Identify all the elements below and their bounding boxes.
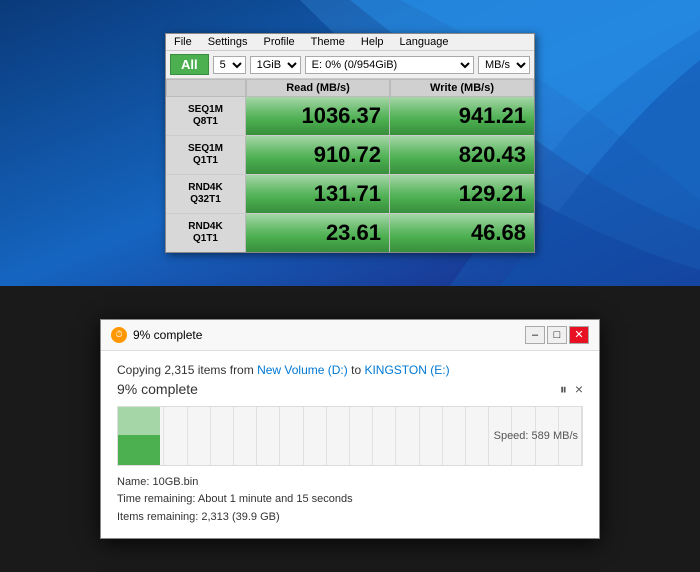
all-button[interactable]: All xyxy=(170,54,209,75)
menu-help[interactable]: Help xyxy=(357,35,388,49)
progress-background: Speed: 589 MB/s xyxy=(117,406,583,466)
file-name: Name: 10GB.bin xyxy=(117,474,583,492)
grid-line xyxy=(443,407,466,465)
write-value-seq1m-q8t1: 941.21 xyxy=(390,97,534,135)
copy-description: Copying 2,315 items from New Volume (D:)… xyxy=(117,363,583,377)
unit-select[interactable]: MB/s xyxy=(478,56,530,74)
write-value-rnd4k-q32t1: 129.21 xyxy=(390,175,534,213)
menu-language[interactable]: Language xyxy=(396,35,453,49)
table-header: Read (MB/s) Write (MB/s) xyxy=(166,79,534,97)
description-prefix: Copying 2,315 items from xyxy=(117,363,257,377)
desktop-background: File Settings Profile Theme Help Languag… xyxy=(0,0,700,286)
grid-line xyxy=(234,407,257,465)
grid-line xyxy=(257,407,280,465)
close-button[interactable]: ✕ xyxy=(569,326,589,344)
header-read: Read (MB/s) xyxy=(246,79,390,97)
read-value-rnd4k-q32t1: 131.71 xyxy=(246,175,390,213)
size-select[interactable]: 1GiB xyxy=(250,56,301,74)
dialog-titlebar: ⏱ 9% complete – □ ✕ xyxy=(101,320,599,351)
table-row: RND4KQ32T1 131.71 129.21 xyxy=(166,175,534,214)
copy-dialog-background: ⏱ 9% complete – □ ✕ Copying 2,315 items … xyxy=(0,286,700,572)
table-row: RND4KQ1T1 23.61 46.68 xyxy=(166,214,534,252)
read-value-seq1m-q8t1: 1036.37 xyxy=(246,97,390,135)
progress-icon: ⏱ xyxy=(111,327,127,343)
grid-line xyxy=(164,407,187,465)
percent-text: 9% complete xyxy=(117,381,198,397)
toolbar: All 5 1GiB E: 0% (0/954GiB) MB/s xyxy=(166,51,534,79)
menu-settings[interactable]: Settings xyxy=(204,35,252,49)
drive-select[interactable]: E: 0% (0/954GiB) xyxy=(305,56,474,74)
minimize-button[interactable]: – xyxy=(525,326,545,344)
row-label-rnd4k-q1t1: RND4KQ1T1 xyxy=(166,214,246,252)
menu-bar: File Settings Profile Theme Help Languag… xyxy=(166,34,534,51)
source-volume: New Volume (D:) xyxy=(257,363,348,377)
menu-theme[interactable]: Theme xyxy=(307,35,349,49)
progress-area: Speed: 589 MB/s xyxy=(117,406,583,466)
row-label-rnd4k-q32t1: RND4KQ32T1 xyxy=(166,175,246,213)
progress-bar-light xyxy=(118,407,160,437)
header-label xyxy=(166,79,246,97)
percent-row: 9% complete ⏸ × xyxy=(117,381,583,398)
crystaldiskmark-window: File Settings Profile Theme Help Languag… xyxy=(165,33,535,253)
menu-profile[interactable]: Profile xyxy=(259,35,298,49)
dialog-title: 9% complete xyxy=(133,328,202,342)
time-remaining: Time remaining: About 1 minute and 15 se… xyxy=(117,491,583,509)
write-value-rnd4k-q1t1: 46.68 xyxy=(390,214,534,252)
progress-bar-dark xyxy=(118,435,160,465)
grid-line xyxy=(304,407,327,465)
speed-label: Speed: 589 MB/s xyxy=(494,430,578,442)
grid-line xyxy=(280,407,303,465)
grid-line xyxy=(211,407,234,465)
table-row: SEQ1MQ8T1 1036.37 941.21 xyxy=(166,97,534,136)
grid-line xyxy=(373,407,396,465)
grid-line xyxy=(327,407,350,465)
grid-line xyxy=(350,407,373,465)
row-label-seq1m-q8t1: SEQ1MQ8T1 xyxy=(166,97,246,135)
dialog-body: Copying 2,315 items from New Volume (D:)… xyxy=(101,351,599,539)
read-value-seq1m-q1t1: 910.72 xyxy=(246,136,390,174)
window-controls: – □ ✕ xyxy=(525,326,589,344)
dialog-title-left: ⏱ 9% complete xyxy=(111,327,202,343)
table-row: SEQ1MQ1T1 910.72 820.43 xyxy=(166,136,534,175)
restore-button[interactable]: □ xyxy=(547,326,567,344)
cancel-button[interactable]: × xyxy=(575,381,583,397)
header-write: Write (MB/s) xyxy=(390,79,534,97)
row-label-seq1m-q1t1: SEQ1MQ1T1 xyxy=(166,136,246,174)
read-value-rnd4k-q1t1: 23.61 xyxy=(246,214,390,252)
copy-controls: ⏸ × xyxy=(560,381,583,398)
write-value-seq1m-q1t1: 820.43 xyxy=(390,136,534,174)
grid-line xyxy=(420,407,443,465)
copy-info: Name: 10GB.bin Time remaining: About 1 m… xyxy=(117,474,583,527)
grid-line xyxy=(188,407,211,465)
file-copy-dialog: ⏱ 9% complete – □ ✕ Copying 2,315 items … xyxy=(100,319,600,540)
destination-volume: KINGSTON (E:) xyxy=(364,363,449,377)
grid-line xyxy=(466,407,489,465)
menu-file[interactable]: File xyxy=(170,35,196,49)
items-remaining: Items remaining: 2,313 (39.9 GB) xyxy=(117,509,583,527)
to-label: to xyxy=(351,363,361,377)
grid-line xyxy=(396,407,419,465)
count-select[interactable]: 5 xyxy=(213,56,246,74)
pause-button[interactable]: ⏸ xyxy=(560,381,567,398)
